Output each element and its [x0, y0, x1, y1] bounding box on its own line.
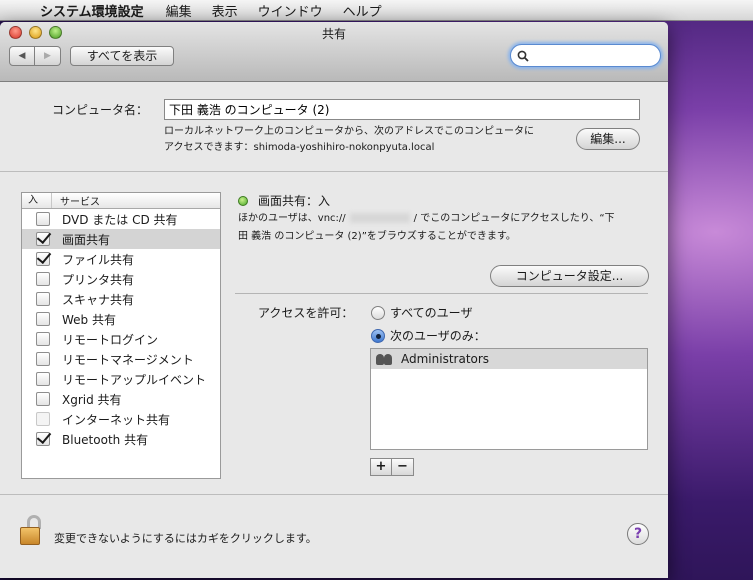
column-header-on[interactable]: 入	[22, 193, 52, 208]
table-row[interactable]: Web 共有	[22, 309, 220, 329]
local-address-line2: アクセスできます：shimoda-yoshihiro-nokonpyuta.lo…	[164, 142, 435, 153]
edit-name-button[interactable]: 編集...	[576, 128, 640, 150]
group-icon	[376, 352, 394, 366]
service-label: Web 共有	[62, 312, 116, 327]
service-checkbox[interactable]	[36, 352, 50, 366]
table-row[interactable]: インターネット共有	[22, 409, 220, 429]
service-checkbox[interactable]	[36, 432, 50, 446]
table-row[interactable]: スキャナ共有	[22, 289, 220, 309]
menu-window[interactable]: ウインドウ	[258, 1, 323, 20]
add-user-button[interactable]: +	[370, 458, 392, 476]
add-remove-control: + −	[370, 458, 414, 476]
service-label: ファイル共有	[62, 252, 135, 267]
computer-name-field[interactable]	[164, 99, 640, 120]
remove-user-button[interactable]: −	[392, 458, 414, 476]
status-indicator-icon	[238, 196, 248, 206]
back-forward-control: ◀ ▶	[9, 46, 61, 66]
table-row[interactable]: 画面共有	[22, 229, 220, 249]
forward-arrow-icon: ▶	[44, 51, 51, 61]
service-checkbox[interactable]	[36, 232, 50, 246]
radio-all-users[interactable]: すべてのユーザ	[371, 304, 472, 321]
description-prefix: ほかのユーザは、vnc://	[238, 213, 346, 224]
column-header-service[interactable]: サービス	[52, 193, 100, 208]
search-icon	[517, 50, 529, 62]
menu-app-name[interactable]: システム環境設定	[40, 1, 144, 20]
back-arrow-icon: ◀	[18, 51, 26, 61]
service-checkbox[interactable]	[36, 252, 50, 266]
service-checkbox[interactable]	[36, 372, 50, 386]
service-label: リモートログイン	[62, 332, 159, 347]
radio-all-users-control[interactable]	[371, 305, 385, 320]
show-all-button[interactable]: すべてを表示	[70, 46, 174, 66]
service-label: リモートアップルイベント	[62, 372, 207, 387]
table-row[interactable]: Bluetooth 共有	[22, 429, 220, 449]
service-label: プリンタ共有	[62, 272, 135, 287]
service-checkbox[interactable]	[36, 292, 50, 306]
lock-icon[interactable]	[20, 515, 44, 547]
service-label: スキャナ共有	[62, 292, 135, 307]
table-row[interactable]: リモートアップルイベント	[22, 369, 220, 389]
service-label: インターネット共有	[62, 412, 171, 427]
service-label: Bluetooth 共有	[62, 432, 149, 447]
service-checkbox[interactable]	[36, 272, 50, 286]
service-label: DVD または CD 共有	[62, 212, 178, 227]
description-line2: 田 義浩 のコンピュータ (2)”をブラウズすることができます。	[238, 231, 516, 242]
service-label: 画面共有	[62, 232, 111, 247]
service-checkbox[interactable]	[36, 312, 50, 326]
search-field[interactable]	[510, 44, 661, 67]
menu-view[interactable]: 表示	[212, 1, 238, 20]
user-name: Administrators	[401, 352, 490, 366]
footer-divider	[0, 494, 668, 495]
redacted-address	[349, 213, 410, 223]
radio-only-these-users-label[interactable]: 次のユーザのみ：	[390, 327, 486, 344]
computer-name-label: コンピュータ名：	[52, 103, 149, 117]
table-row[interactable]: プリンタ共有	[22, 269, 220, 289]
allowed-users-list[interactable]: Administrators	[370, 348, 648, 450]
table-row[interactable]: ファイル共有	[22, 249, 220, 269]
service-checkbox[interactable]	[36, 212, 50, 226]
section-divider	[235, 293, 648, 294]
computer-settings-button[interactable]: コンピュータ設定...	[490, 265, 649, 287]
table-row[interactable]: Xgrid 共有	[22, 389, 220, 409]
radio-all-users-label[interactable]: すべてのユーザ	[390, 304, 472, 321]
service-label: Xgrid 共有	[62, 392, 122, 407]
service-checkbox[interactable]	[36, 392, 50, 406]
radio-only-these-users[interactable]: 次のユーザのみ：	[371, 327, 486, 344]
services-list-header: 入 サービス	[22, 193, 220, 209]
lock-hint: 変更できないようにするにはカギをクリックします。	[54, 532, 317, 545]
list-item[interactable]: Administrators	[371, 349, 647, 369]
radio-only-these-users-control[interactable]	[371, 328, 385, 343]
menu-edit[interactable]: 編集	[166, 1, 192, 20]
menu-bar: システム環境設定 編集 表示 ウインドウ ヘルプ	[0, 0, 753, 21]
computer-name-section: コンピュータ名： ローカルネットワーク上のコンピュータから、次のアドレスでこのコ…	[0, 83, 668, 172]
help-button[interactable]: ?	[627, 523, 649, 545]
service-checkbox[interactable]	[36, 412, 50, 426]
service-description: ほかのユーザは、vnc:// / でこのコンピュータにアクセスしたり、“下 田 義…	[238, 210, 650, 246]
window-toolbar: 共有 ◀ ▶ すべてを表示	[0, 22, 668, 82]
search-input[interactable]	[533, 48, 653, 63]
description-suffix: / でこのコンピュータにアクセスしたり、“下	[413, 213, 615, 224]
back-button[interactable]: ◀	[9, 46, 35, 66]
table-row[interactable]: リモートマネージメント	[22, 349, 220, 369]
window-title: 共有	[321, 27, 346, 41]
table-row[interactable]: リモートログイン	[22, 329, 220, 349]
services-list: 入 サービス DVD または CD 共有 画面共有ファイル共有 プリンタ共有 スキャナ…	[21, 192, 221, 479]
allow-access-label: アクセスを許可：	[258, 306, 354, 320]
service-status: 画面共有：入	[258, 194, 331, 208]
local-address-note: ローカルネットワーク上のコンピュータから、次のアドレスでこのコンピュータに アク…	[164, 124, 574, 156]
table-row[interactable]: DVD または CD 共有	[22, 209, 220, 229]
menu-help[interactable]: ヘルプ	[343, 1, 382, 20]
local-address-line1: ローカルネットワーク上のコンピュータから、次のアドレスでこのコンピュータに	[164, 126, 534, 137]
service-checkbox[interactable]	[36, 332, 50, 346]
forward-button[interactable]: ▶	[35, 46, 61, 66]
service-label: リモートマネージメント	[62, 352, 194, 367]
